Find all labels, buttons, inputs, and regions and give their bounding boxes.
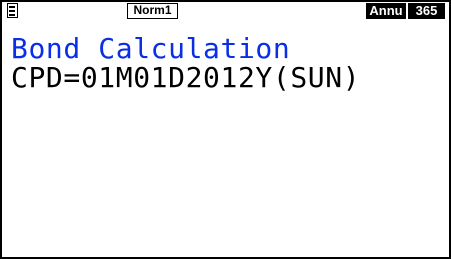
mode-badge: Norm1	[127, 3, 178, 19]
day-count-basis-badge: Annu	[366, 3, 406, 19]
cpd-date-line: CPD=01M01D2012Y(SUN)	[11, 61, 361, 94]
day-count-days-badge: 365	[408, 3, 445, 19]
status-bar: Norm1 Annu 365	[2, 0, 449, 20]
calculator-screen: Norm1 Annu 365 Bond Calculation CPD=01M0…	[0, 0, 451, 259]
screen-title: Bond Calculation	[11, 32, 291, 65]
battery-icon	[7, 0, 18, 18]
